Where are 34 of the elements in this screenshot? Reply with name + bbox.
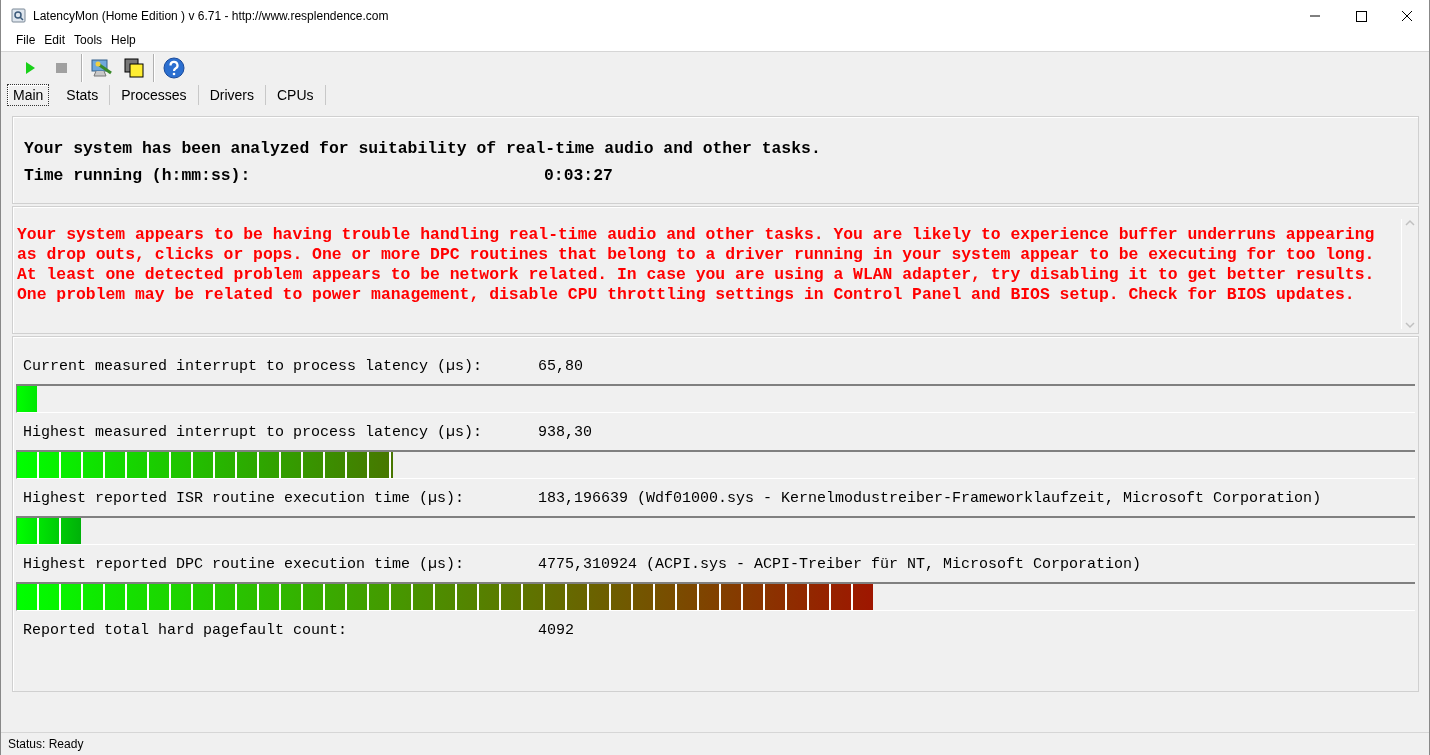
tab[interactable]: Stats (55, 85, 111, 105)
measurement-value: 4092 (538, 622, 574, 639)
windows-icon[interactable] (123, 57, 145, 79)
verdict-text: One problem may be related to power management, disable CPU throttling settings in Control Panel and BIOS setup. Check for BIOS updates. (17, 285, 1356, 305)
measurement-value: 65,80 (538, 358, 583, 375)
tab[interactable]: Drivers (198, 85, 266, 105)
measurement-value: 938,30 (538, 424, 592, 441)
status-bar: Status: Ready (1, 732, 1429, 755)
tab[interactable]: Processes (110, 85, 199, 105)
menu-item[interactable]: Help (111, 33, 136, 49)
time-value: 0:03:27 (544, 166, 613, 185)
measurement-label: Current measured interrupt to process latency (µs): (23, 358, 484, 375)
help-icon[interactable] (163, 57, 185, 79)
monitor-icon[interactable] (90, 57, 114, 79)
measurement-label: Highest measured interrupt to process latency (µs): (23, 424, 484, 441)
measurement-label: Reported total hard pagefault count: (23, 622, 349, 639)
verdict-text: At least one detected problem appears to be network related. In case you are using a WLAN adapter, try disabling it to get better results. (17, 265, 1376, 285)
measurement-value: 4775,310924 (538, 556, 638, 573)
app-icon (11, 7, 27, 24)
tab[interactable]: Main (7, 84, 50, 106)
window-title: LatencyMon (Home Edition ) v 6.71 - http://www.resplendence.com (33, 8, 390, 23)
measurement-value: 183,196639 (538, 490, 628, 507)
summary-heading: Your system has been analyzed for suitability of real-time audio and other tasks. (24, 139, 822, 158)
measurement-label: Highest reported DPC routine execution time (µs): (23, 556, 466, 573)
tab[interactable]: CPUs (265, 85, 326, 105)
menu-item[interactable]: Edit (44, 33, 66, 49)
menu-item[interactable]: Tools (74, 33, 103, 49)
time-label: Time running (h:mm:ss): (24, 166, 252, 185)
driver-detail: (ACPI.sys - ACPI-Treiber für NT, Microsoft Corporation) (646, 556, 1142, 573)
driver-detail: (Wdf01000.sys - Kernelmodustreiber-Frameworklaufzeit, Microsoft Corporation) (637, 490, 1322, 507)
measurement-label: Highest reported ISR routine execution time (µs): (23, 490, 466, 507)
menu-item[interactable]: File (16, 33, 36, 49)
verdict-text: Your system appears to be having trouble handling real-time audio and other tasks. You are likely to experience buffer underruns appearing (17, 225, 1376, 245)
verdict-text: as drop outs, clicks or pops. One or more DPC routines that belong to a driver running in your system appear to be executing for too long. (17, 245, 1376, 265)
